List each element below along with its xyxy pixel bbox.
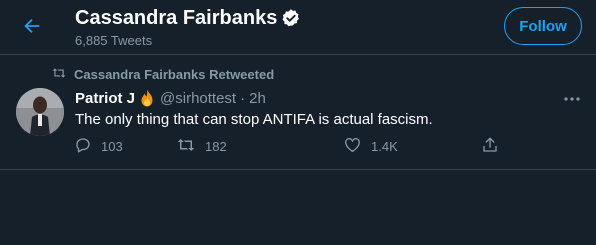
separator-dot: ·	[240, 89, 246, 107]
header-divider	[0, 54, 596, 55]
back-button[interactable]	[14, 10, 50, 46]
more-horizontal-icon	[563, 89, 581, 107]
arrow-left-icon	[21, 15, 43, 42]
like-count: 1.4K	[371, 139, 398, 154]
retweet-label: Cassandra Fairbanks Retweeted	[74, 67, 275, 82]
header-title-block: Cassandra Fairbanks 6,885 Tweets	[75, 6, 301, 48]
tweet-divider	[0, 169, 596, 170]
profile-header: Cassandra Fairbanks 6,885 Tweets Follow	[0, 0, 596, 54]
retweet-button[interactable]: 182	[176, 136, 227, 157]
retweet-banner[interactable]: Cassandra Fairbanks Retweeted	[52, 66, 274, 83]
retweet-count: 182	[205, 139, 227, 154]
retweet-icon	[176, 136, 196, 157]
heart-icon	[343, 136, 362, 157]
author-name[interactable]: Patriot J	[75, 90, 135, 107]
reply-button[interactable]: 103	[74, 136, 123, 157]
author-handle[interactable]: @sirhottest	[160, 90, 236, 107]
more-options-button[interactable]	[558, 86, 586, 110]
share-icon	[481, 136, 499, 157]
share-button[interactable]	[481, 136, 499, 157]
profile-name: Cassandra Fairbanks	[75, 7, 278, 29]
tweet-count: 6,885 Tweets	[75, 33, 153, 48]
tweet-timestamp[interactable]: 2h	[249, 90, 266, 107]
reply-icon	[74, 136, 92, 157]
avatar[interactable]	[16, 88, 64, 136]
verified-badge-icon	[281, 8, 301, 28]
tweet-header: Patriot J @sirhottest · 2h	[75, 89, 266, 107]
retweet-icon	[52, 66, 66, 83]
tweet-text: The only thing that can stop ANTIFA is a…	[75, 111, 433, 128]
reply-count: 103	[101, 139, 123, 154]
follow-button[interactable]: Follow	[504, 7, 582, 45]
like-button[interactable]: 1.4K	[343, 136, 398, 157]
tweet-actions: 103 182 1.4K	[64, 136, 504, 162]
fire-icon	[139, 89, 155, 107]
